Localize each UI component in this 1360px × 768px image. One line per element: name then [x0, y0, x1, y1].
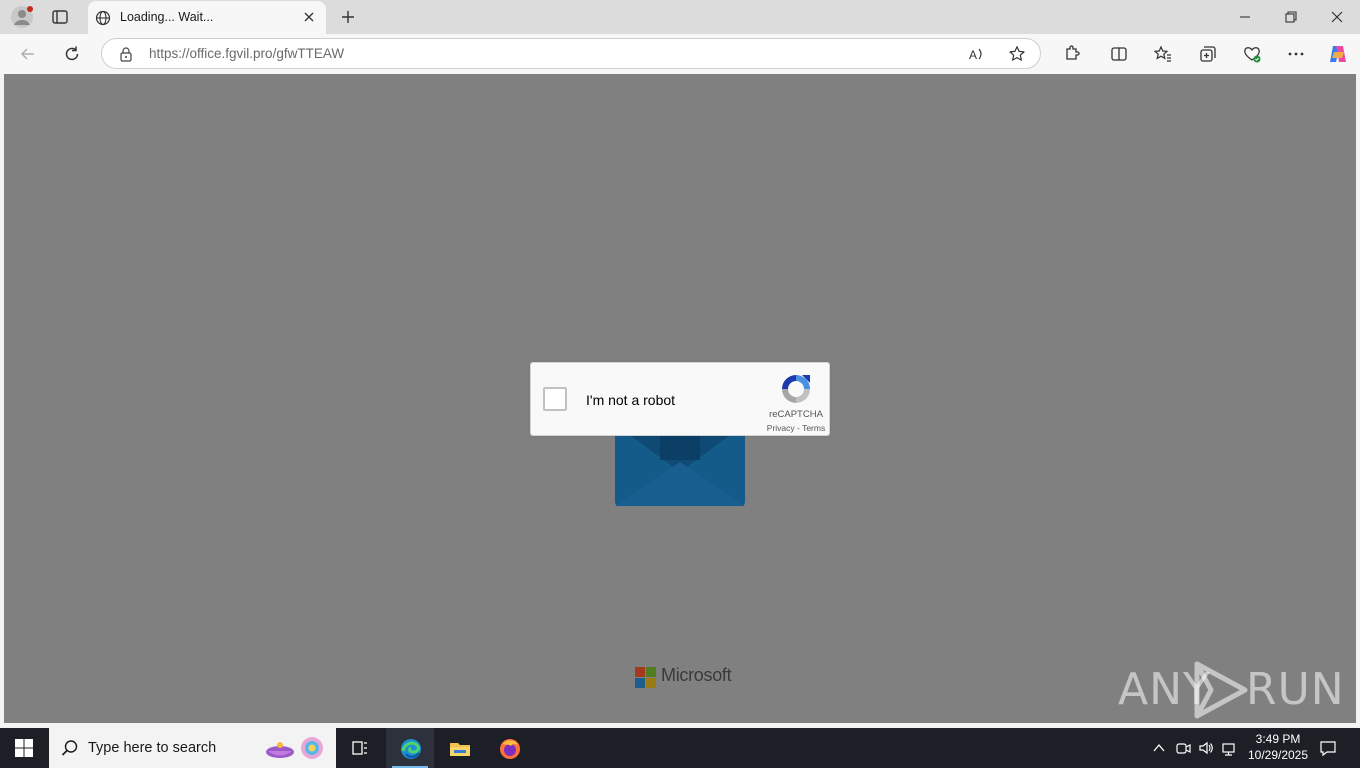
volume-icon[interactable]: [1198, 740, 1214, 756]
svg-text:A: A: [969, 48, 977, 62]
anyrun-watermark: ANY RUN: [1118, 656, 1344, 720]
taskbar-search[interactable]: Type here to search: [49, 728, 336, 768]
tab-actions-icon[interactable]: [50, 7, 70, 27]
outlook-envelope-icon: [615, 424, 745, 506]
recaptcha-link-separator: -: [794, 423, 803, 433]
edge-icon: [401, 739, 421, 759]
recaptcha-links: Privacy - Terms: [753, 423, 839, 433]
taskbar-edge[interactable]: [386, 728, 434, 768]
search-icon: [61, 740, 78, 756]
meet-now-icon[interactable]: [1175, 740, 1191, 756]
microsoft-wordmark: Microsoft: [661, 665, 732, 685]
recaptcha-label: I'm not a robot: [586, 392, 676, 408]
tab-active[interactable]: Loading... Wait...: [88, 1, 326, 34]
clock-date: 10/29/2025: [1247, 748, 1309, 762]
back-icon[interactable]: [18, 44, 38, 64]
tab-title: Loading... Wait...: [120, 10, 214, 24]
watermark-right: RUN: [1246, 664, 1345, 715]
url-host: https://office.fgvil.pro: [149, 46, 273, 61]
recaptcha-brand: reCAPTCHA: [769, 409, 823, 420]
tab-strip: Loading... Wait...: [0, 0, 1360, 34]
taskbar: Type here to search 3:49 PM 10/29/2025: [0, 728, 1360, 768]
copilot-icon[interactable]: [1327, 43, 1349, 65]
microsoft-logo-icon: [635, 667, 656, 688]
recaptcha-privacy-link[interactable]: Privacy: [767, 423, 795, 433]
taskbar-firefox[interactable]: [485, 728, 533, 768]
tray-chevron-up-icon[interactable]: [1151, 740, 1167, 756]
minimize-icon[interactable]: [1237, 9, 1253, 25]
recaptcha-logo-icon: [782, 375, 810, 403]
collections-icon[interactable]: [1198, 44, 1218, 64]
search-highlight-icon: [266, 737, 323, 759]
play-logo-icon: [1194, 661, 1248, 719]
taskbar-task-view[interactable]: [336, 728, 384, 768]
task-view-icon: [352, 741, 367, 755]
extensions-icon[interactable]: [1061, 44, 1081, 64]
browser-toolbar: https://office.fgvil.pro/gfwTTEAW A: [0, 34, 1360, 74]
window-close-icon[interactable]: [1329, 9, 1345, 25]
file-explorer-icon: [450, 743, 470, 756]
recaptcha-checkbox[interactable]: [543, 387, 567, 411]
more-icon[interactable]: [1286, 44, 1306, 64]
tab-close-icon[interactable]: [303, 11, 315, 23]
profile-icon[interactable]: [10, 5, 34, 29]
lock-icon[interactable]: [118, 46, 134, 62]
new-tab-icon[interactable]: [340, 9, 356, 25]
address-bar[interactable]: https://office.fgvil.pro/gfwTTEAW A: [101, 38, 1041, 69]
refresh-icon[interactable]: [62, 44, 82, 64]
recaptcha-widget: I'm not a robot reCAPTCHA Privacy - Term…: [530, 362, 830, 436]
globe-icon: [95, 10, 111, 26]
search-placeholder: Type here to search: [88, 740, 217, 756]
network-icon[interactable]: [1222, 740, 1238, 756]
read-aloud-icon[interactable]: A: [968, 45, 986, 63]
windows-start-icon[interactable]: [14, 738, 34, 758]
address-url[interactable]: https://office.fgvil.pro/gfwTTEAW: [149, 46, 344, 61]
restore-icon[interactable]: [1283, 9, 1299, 25]
recaptcha-terms-link[interactable]: Terms: [802, 423, 825, 433]
browser-essentials-icon[interactable]: [1242, 44, 1262, 64]
page-viewport: I'm not a robot reCAPTCHA Privacy - Term…: [4, 74, 1356, 723]
firefox-icon: [500, 739, 520, 759]
url-path: /gfwTTEAW: [272, 46, 345, 61]
notifications-icon[interactable]: [1319, 739, 1337, 757]
taskbar-file-explorer[interactable]: [435, 728, 483, 768]
taskbar-clock[interactable]: 3:49 PM 10/29/2025: [1238, 731, 1318, 763]
split-screen-icon[interactable]: [1109, 44, 1129, 64]
favorite-star-icon[interactable]: [1008, 45, 1026, 63]
favorites-icon[interactable]: [1153, 44, 1173, 64]
clock-time: 3:49 PM: [1255, 732, 1301, 746]
